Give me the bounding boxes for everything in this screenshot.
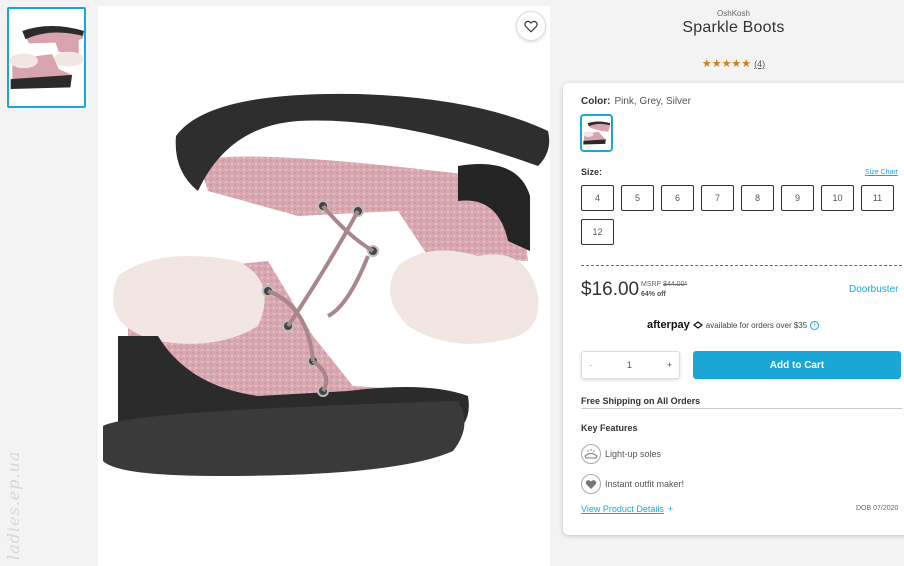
afterpay-logo: afterpay	[647, 319, 690, 331]
discount-percent: 64% off	[641, 291, 666, 298]
swatch-image	[582, 116, 611, 150]
divider	[581, 408, 902, 409]
feature-text: Instant outfit maker!	[605, 479, 685, 489]
expand-details-icon[interactable]: +	[668, 504, 673, 514]
size-option[interactable]: 4	[581, 185, 614, 211]
increase-quantity-button[interactable]: +	[667, 360, 672, 370]
color-row: Color: Pink, Grey, Silver	[581, 96, 691, 107]
color-value: Pink, Grey, Silver	[614, 96, 691, 107]
size-option[interactable]: 11	[861, 185, 894, 211]
msrp-value: $44.00*	[663, 281, 688, 288]
size-option[interactable]: 8	[741, 185, 774, 211]
purchase-card: Color: Pink, Grey, Silver Size: Size Char…	[563, 83, 904, 535]
dob-text: DOB 07/2020	[856, 505, 899, 512]
heart-icon	[524, 20, 538, 33]
feature-item: Instant outfit maker!	[581, 474, 684, 494]
size-option[interactable]: 12	[581, 219, 614, 245]
size-option[interactable]: 5	[621, 185, 654, 211]
info-icon[interactable]: i	[810, 320, 820, 330]
free-shipping-text: Free Shipping on All Orders	[581, 396, 701, 406]
product-title: Sparkle Boots	[682, 19, 785, 36]
key-features-title: Key Features	[581, 423, 638, 433]
size-option[interactable]: 7	[701, 185, 734, 211]
decrease-quantity-button[interactable]: -	[589, 360, 592, 370]
light-up-soles-icon	[581, 444, 601, 464]
view-product-details-link[interactable]: View Product Details +	[581, 504, 673, 514]
feature-text: Light-up soles	[605, 449, 662, 459]
rating-stars: ★★★★★	[701, 58, 752, 70]
details-link-text[interactable]: View Product Details	[581, 504, 664, 514]
divider	[581, 265, 902, 266]
product-thumbnail[interactable]	[7, 7, 86, 108]
size-label: Size:	[581, 167, 603, 177]
size-chart-link[interactable]: Size Chart	[865, 169, 898, 176]
main-product-image	[98, 6, 550, 566]
msrp-label: MSRP	[641, 281, 662, 288]
feature-item: Light-up soles	[581, 444, 661, 464]
quantity-value[interactable]: 1	[627, 360, 632, 370]
afterpay-arrows-icon	[692, 321, 703, 329]
msrp-block: MSRP $44.00* 64% off	[641, 280, 687, 300]
afterpay-text: available for orders over $35	[705, 320, 808, 330]
outfit-maker-icon	[581, 474, 601, 494]
thumbnail-boots-image	[9, 11, 84, 104]
color-swatch[interactable]	[580, 114, 613, 152]
color-label: Color:	[581, 96, 611, 107]
add-to-cart-button[interactable]: Add to Cart	[693, 351, 901, 379]
price: $16.00	[581, 279, 640, 300]
review-count-link[interactable]: (4)	[754, 59, 765, 69]
brand-name: OshKosh	[717, 9, 750, 18]
doorbuster-badge: Doorbuster	[849, 284, 899, 295]
size-option[interactable]: 6	[661, 185, 694, 211]
size-option[interactable]: 10	[821, 185, 854, 211]
thumbnail-column: ladies.ep.ua	[0, 0, 98, 566]
favorite-button[interactable]	[516, 11, 546, 41]
quantity-stepper: - 1 +	[581, 351, 680, 379]
size-option[interactable]: 9	[781, 185, 814, 211]
rating[interactable]: ★★★★★ (4)	[563, 57, 904, 70]
boots-illustration	[103, 93, 550, 476]
watermark-text: ladies.ep.ua	[4, 450, 23, 560]
afterpay-row: afterpay available for orders over $35 i	[647, 319, 820, 331]
